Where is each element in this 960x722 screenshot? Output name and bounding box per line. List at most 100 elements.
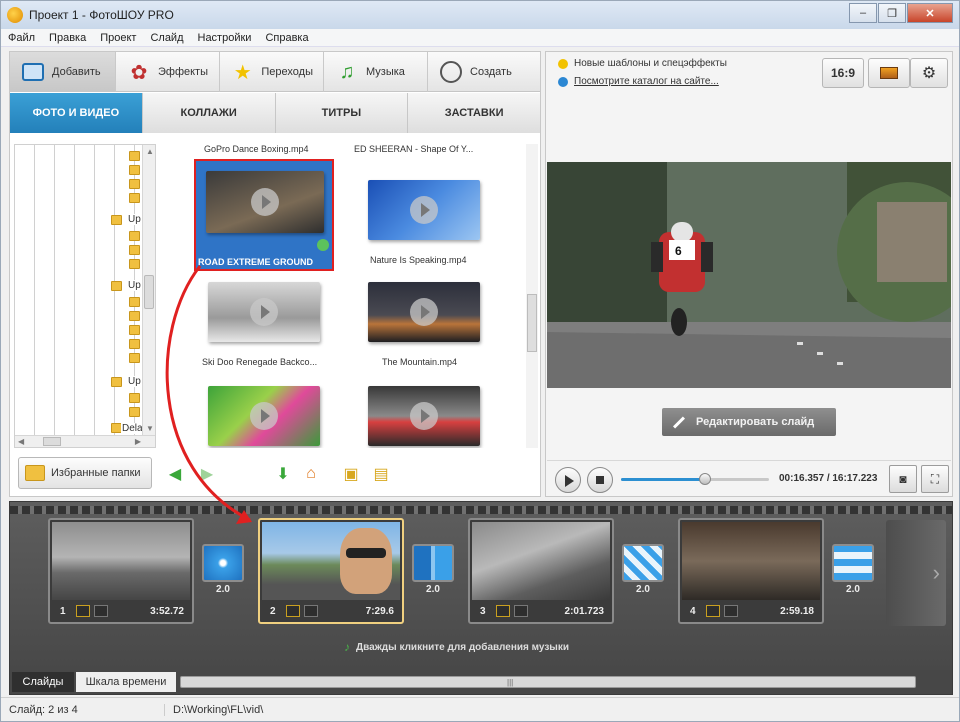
slide-card[interactable]: 4 2:59.18 [678,518,824,624]
video-thumbnail[interactable] [368,180,480,240]
slide-thumbnail[interactable] [472,522,610,600]
tree-node-label[interactable]: Up [127,280,142,291]
edit-pencil-icon[interactable] [76,605,90,617]
transition-icon[interactable] [832,544,874,582]
slide-thumbnail[interactable] [262,522,400,600]
tab-effects[interactable]: ✿ Эффекты [116,52,220,92]
scroll-left-icon[interactable]: ◀ [18,437,24,446]
catalog-link[interactable]: Посмотрите каталог на сайте... [574,76,719,87]
transition-icon[interactable] [412,544,454,582]
folder-icon[interactable] [129,193,140,203]
tree-hscroll-thumb[interactable] [43,437,61,446]
media-scrollbar[interactable] [526,144,538,448]
maximize-button[interactable]: ❐ [878,3,906,23]
folder-icon[interactable] [129,151,140,161]
folder-icon[interactable] [111,215,122,225]
slide-card[interactable]: 3 2:01.723 [468,518,614,624]
playback-slider[interactable] [621,473,769,485]
folder-icon[interactable] [129,311,140,321]
transition-icon[interactable] [622,544,664,582]
video-thumbnail[interactable] [208,386,320,446]
volume-icon[interactable] [94,605,108,617]
edit-slide-button[interactable]: Редактировать слайд [662,408,836,436]
scroll-right-icon[interactable]: › [886,520,946,626]
scroll-right-icon[interactable]: ▶ [135,437,141,446]
menu-slide[interactable]: Слайд [143,32,190,44]
edit-pencil-icon[interactable] [286,605,300,617]
slide-card[interactable]: 1 3:52.72 [48,518,194,624]
subtab-intros[interactable]: ЗАСТАВКИ [408,93,540,133]
video-thumbnail[interactable] [206,171,324,233]
add-down-icon[interactable]: ⬇ [272,464,294,484]
video-preview[interactable]: 6 [547,162,951,388]
folder-icon[interactable] [129,393,140,403]
edit-pencil-icon[interactable] [706,605,720,617]
tab-add[interactable]: Добавить [10,52,116,92]
tree-node-label[interactable]: Up [127,214,142,225]
slide-thumbnail[interactable] [52,522,190,600]
close-button[interactable]: ✕ [907,3,953,23]
music-drop-hint[interactable]: ♪ Дважды кликните для добавления музыки [344,640,569,654]
playback-knob[interactable] [699,473,712,485]
volume-icon[interactable] [514,605,528,617]
transition-item[interactable]: 2.0 [202,544,244,602]
menu-edit[interactable]: Правка [42,32,93,44]
tree-vertical-scrollbar[interactable]: ▲ ▼ [142,145,155,435]
tab-slides[interactable]: Слайды [12,672,74,692]
transition-item[interactable]: 2.0 [622,544,664,602]
volume-icon[interactable] [304,605,318,617]
tree-scroll-thumb[interactable] [144,275,154,309]
media-scroll-thumb[interactable] [527,294,537,352]
favorites-button[interactable]: Избранные папки [18,457,152,489]
fullscreen-button[interactable]: ⛶ [921,465,949,493]
subtab-photo-video[interactable]: ФОТО И ВИДЕО [10,93,143,133]
folder-icon[interactable] [111,281,122,291]
menu-settings[interactable]: Настройки [191,32,259,44]
add-all-icon[interactable]: ▤ [370,464,392,484]
folder-icon[interactable] [129,325,140,335]
home-icon[interactable]: ⌂ [300,464,322,484]
volume-icon[interactable] [724,605,738,617]
subtab-collages[interactable]: КОЛЛАЖИ [143,93,276,133]
edit-pencil-icon[interactable] [496,605,510,617]
menu-project[interactable]: Проект [93,32,143,44]
tab-timeline[interactable]: Шкала времени [76,672,176,692]
slide-thumbnail[interactable] [682,522,820,600]
folder-icon[interactable] [129,339,140,349]
play-button[interactable] [555,467,581,493]
folder-icon[interactable] [129,297,140,307]
folder-icon[interactable] [129,231,140,241]
folder-tree[interactable]: Up Up Up Delad ▲ ▼ ◀ ▶ [14,144,156,448]
add-folder-icon[interactable]: ▣ [340,464,362,484]
folder-icon[interactable] [129,179,140,189]
aspect-ratio-button[interactable]: 16:9 [822,58,864,88]
tree-node-label[interactable]: Up [127,376,142,387]
transition-item[interactable]: 2.0 [832,544,874,602]
tab-music[interactable]: ♫ Музыка [324,52,428,92]
tab-create[interactable]: Создать [428,52,540,92]
subtab-titles[interactable]: ТИТРЫ [276,93,409,133]
forward-arrow-icon[interactable]: ▶ [196,464,218,484]
storyboard-scrollbar[interactable]: ||| [180,676,916,688]
folder-icon[interactable] [111,377,122,387]
transition-item[interactable]: 2.0 [412,544,454,602]
tab-transitions[interactable]: ★ Переходы [220,52,324,92]
folder-icon[interactable] [129,259,140,269]
slide-card-selected[interactable]: 2 7:29.6 [258,518,404,624]
minimize-button[interactable]: – [849,3,877,23]
scroll-down-icon[interactable]: ▼ [146,424,154,433]
video-thumbnail[interactable] [208,282,320,342]
menu-help[interactable]: Справка [258,32,315,44]
settings-button[interactable]: ⚙ [910,58,948,88]
video-thumbnail[interactable] [368,386,480,446]
image-settings-button[interactable] [868,58,910,88]
folder-icon[interactable] [129,165,140,175]
folder-icon[interactable] [129,407,140,417]
menu-file[interactable]: Файл [1,32,42,44]
folder-icon[interactable] [129,245,140,255]
snapshot-button[interactable]: ◙ [889,465,917,493]
transition-icon[interactable] [202,544,244,582]
scroll-up-icon[interactable]: ▲ [146,147,154,156]
stop-button[interactable] [587,467,613,493]
media-item-selected[interactable]: ROAD EXTREME GROUND [194,159,334,271]
